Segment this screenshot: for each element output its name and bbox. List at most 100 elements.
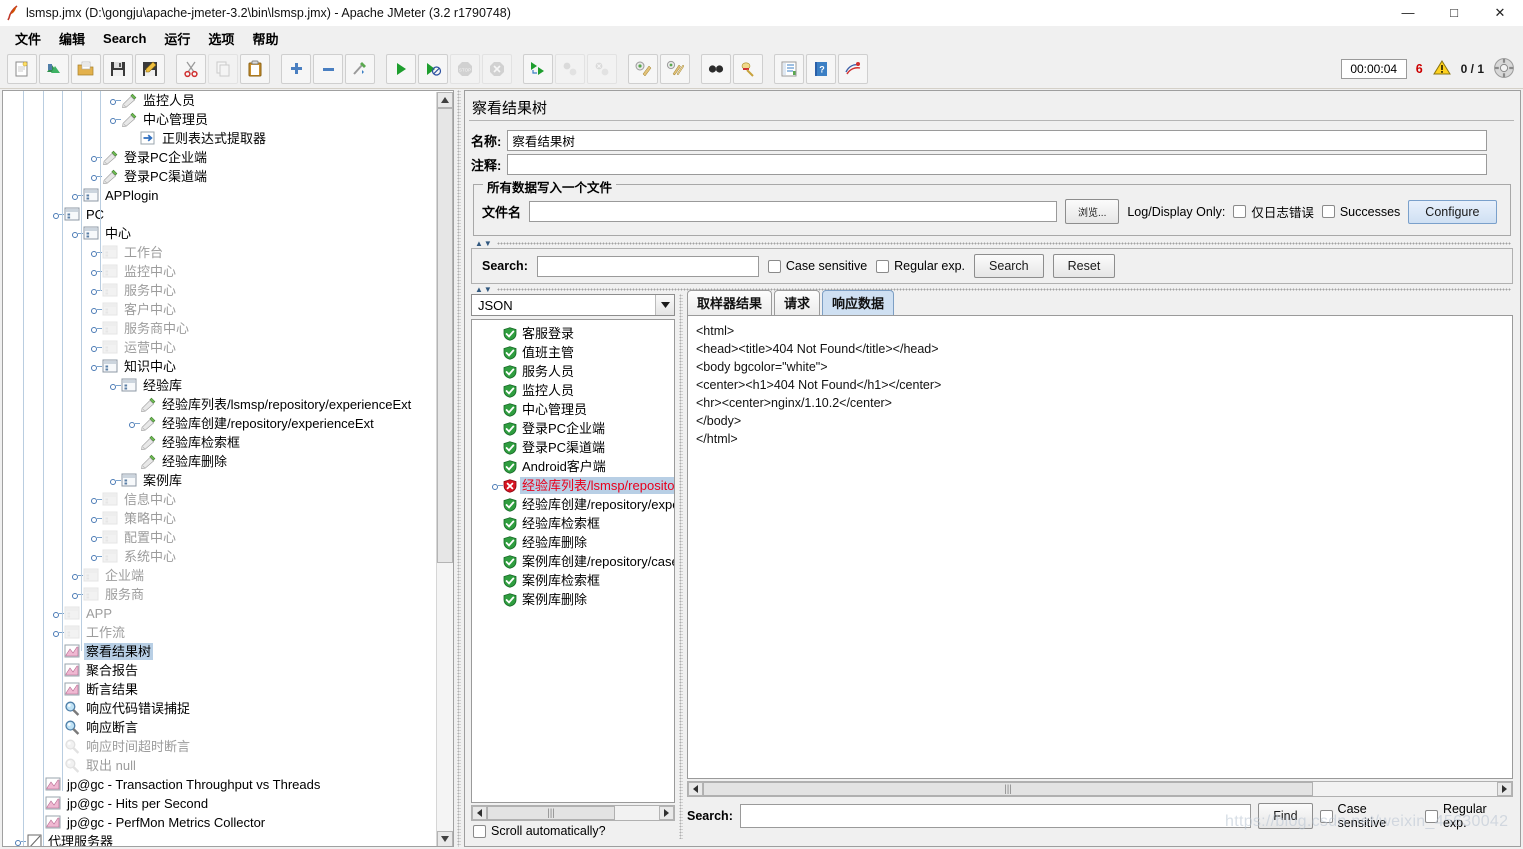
stop-icon[interactable]: STOP: [450, 54, 480, 84]
minimize-button[interactable]: —: [1385, 0, 1431, 26]
comment-input[interactable]: [507, 154, 1487, 175]
split-collapse-arrows-2[interactable]: ▲▼: [475, 285, 493, 294]
response-search-input[interactable]: [740, 804, 1251, 828]
result-row[interactable]: 监控人员: [476, 381, 674, 400]
scroll-automatically-row[interactable]: Scroll automatically?: [473, 824, 606, 838]
remote-stop-all-icon[interactable]: [555, 54, 585, 84]
tree-node[interactable]: 登录PC企业端: [3, 148, 436, 167]
tree-vertical-scrollbar[interactable]: [436, 92, 452, 847]
search-case-sensitive-row[interactable]: Case sensitive: [768, 259, 867, 273]
tree-node[interactable]: 经验库: [3, 376, 436, 395]
tab-sampler-result[interactable]: 取样器结果: [687, 290, 772, 315]
split-collapse-arrows[interactable]: ▲▼: [475, 239, 493, 248]
close-button[interactable]: ✕: [1477, 0, 1523, 26]
search-regex-checkbox[interactable]: [876, 260, 889, 273]
tree-node[interactable]: PC: [3, 205, 436, 224]
tree-node[interactable]: 信息中心: [3, 490, 436, 509]
search-button[interactable]: Search: [974, 254, 1044, 278]
search-case-sensitive-checkbox[interactable]: [768, 260, 781, 273]
tree-node[interactable]: 中心管理员: [3, 110, 436, 129]
tree-node[interactable]: 工作台: [3, 243, 436, 262]
tree-node[interactable]: 服务商中心: [3, 319, 436, 338]
tree-node[interactable]: 工作流: [3, 623, 436, 642]
results-hscroll-thumb[interactable]: |||: [487, 806, 615, 820]
menu-edit[interactable]: 编辑: [50, 27, 94, 50]
shutdown-icon[interactable]: [482, 54, 512, 84]
result-row[interactable]: 经验库列表/lsmsp/repository: [476, 476, 674, 495]
successes-checkbox-row[interactable]: Successes: [1322, 205, 1400, 219]
tree-scroll-thumb[interactable]: [437, 108, 453, 563]
split-handle-top[interactable]: ▲▼: [471, 239, 1513, 246]
result-row[interactable]: Android客户端: [476, 457, 674, 476]
result-expand-toggle-icon[interactable]: [492, 480, 503, 491]
chevron-down-icon[interactable]: [655, 295, 674, 315]
tree-node[interactable]: 配置中心: [3, 528, 436, 547]
tree-scroll-up-button[interactable]: [437, 92, 453, 108]
tree-node[interactable]: APP: [3, 604, 436, 623]
response-hscrollbar[interactable]: |||: [687, 781, 1513, 797]
tree-expand-toggle-icon[interactable]: [110, 380, 121, 391]
name-input[interactable]: 察看结果树: [507, 130, 1487, 151]
tree-node[interactable]: 运营中心: [3, 338, 436, 357]
new-icon[interactable]: [7, 54, 37, 84]
result-row[interactable]: 经验库创建/repository/experi: [476, 495, 674, 514]
tree-expand-toggle-icon[interactable]: [129, 418, 140, 429]
result-row[interactable]: 经验库检索框: [476, 514, 674, 533]
tree-node[interactable]: 企业端: [3, 566, 436, 585]
results-hscroll-right-button[interactable]: [659, 806, 674, 820]
result-row[interactable]: 客服登录: [476, 324, 674, 343]
tree-node[interactable]: 经验库删除: [3, 452, 436, 471]
menu-help[interactable]: 帮助: [243, 27, 287, 50]
toggle-icon[interactable]: [345, 54, 375, 84]
results-detail-divider[interactable]: [677, 294, 685, 839]
successes-checkbox[interactable]: [1322, 205, 1335, 218]
tree-scroll-down-button[interactable]: [437, 831, 453, 847]
renderer-combobox[interactable]: JSON: [471, 294, 675, 316]
result-row[interactable]: 服务人员: [476, 362, 674, 381]
menu-file[interactable]: 文件: [6, 27, 50, 50]
tree-expand-toggle-icon[interactable]: [91, 361, 102, 372]
templates-icon[interactable]: [39, 54, 69, 84]
function-helper-icon[interactable]: [774, 54, 804, 84]
copy-icon[interactable]: [208, 54, 238, 84]
tree-node[interactable]: 监控中心: [3, 262, 436, 281]
tree-expand-toggle-icon[interactable]: [91, 513, 102, 524]
result-row[interactable]: 登录PC渠道端: [476, 438, 674, 457]
tab-response-data[interactable]: 响应数据: [822, 290, 894, 315]
tree-expand-toggle-icon[interactable]: [91, 323, 102, 334]
tree-node[interactable]: 响应代码错误捕捉: [3, 699, 436, 718]
result-row[interactable]: 案例库检索框: [476, 571, 674, 590]
response-hscroll-right-button[interactable]: [1497, 782, 1512, 796]
paste-icon[interactable]: [240, 54, 270, 84]
remote-start-all-icon[interactable]: [523, 54, 553, 84]
split-handle-middle[interactable]: ▲▼: [471, 285, 1513, 292]
clear-all-icon[interactable]: [660, 54, 690, 84]
response-hscroll-thumb[interactable]: |||: [703, 782, 1313, 796]
tree-node[interactable]: 服务商: [3, 585, 436, 604]
tree-expand-toggle-icon[interactable]: [110, 95, 121, 106]
cut-icon[interactable]: [176, 54, 206, 84]
tree-node[interactable]: 中心: [3, 224, 436, 243]
tree-node[interactable]: 经验库检索框: [3, 433, 436, 452]
tree-node[interactable]: 取出 null: [3, 756, 436, 775]
tree-node[interactable]: 服务中心: [3, 281, 436, 300]
start-no-timers-icon[interactable]: [418, 54, 448, 84]
tree-node[interactable]: 响应时间超时断言: [3, 737, 436, 756]
remote-connector-icon[interactable]: [1493, 57, 1515, 82]
result-row[interactable]: 值班主管: [476, 343, 674, 362]
results-hscroll-left-button[interactable]: [472, 806, 487, 820]
tree-node[interactable]: 登录PC渠道端: [3, 167, 436, 186]
main-split-divider[interactable]: [455, 90, 463, 847]
help-icon[interactable]: ?: [806, 54, 836, 84]
tree-expand-toggle-icon[interactable]: [110, 475, 121, 486]
tree-expand-toggle-icon[interactable]: [91, 551, 102, 562]
tree-node[interactable]: jp@gc - PerfMon Metrics Collector: [3, 813, 436, 832]
results-tree[interactable]: 客服登录值班主管服务人员监控人员中心管理员登录PC企业端登录PC渠道端Andro…: [471, 319, 675, 803]
tree-node[interactable]: 经验库列表/lsmsp/repository/experienceExt: [3, 395, 436, 414]
tree-node[interactable]: 策略中心: [3, 509, 436, 528]
response-data-view[interactable]: <html><head><title>404 Not Found</title>…: [687, 315, 1513, 779]
response-hscroll-left-button[interactable]: [688, 782, 703, 796]
remote-shutdown-all-icon[interactable]: [587, 54, 617, 84]
tree-expand-toggle-icon[interactable]: [110, 114, 121, 125]
tab-request[interactable]: 请求: [774, 290, 820, 315]
